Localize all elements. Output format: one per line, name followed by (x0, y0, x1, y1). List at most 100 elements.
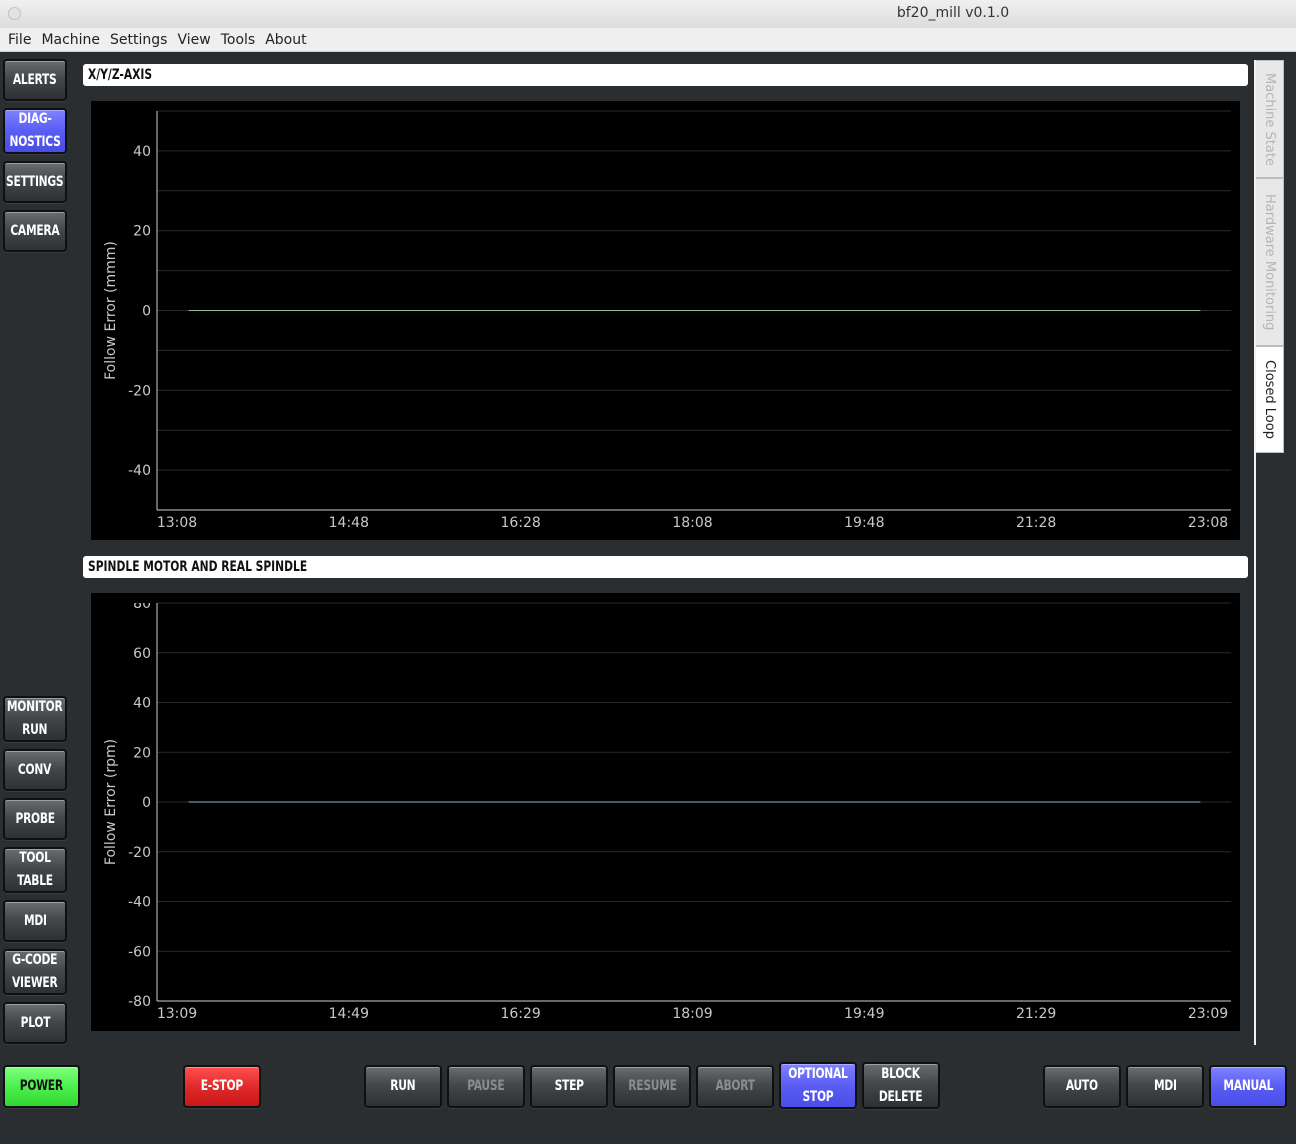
resume-label: RESUME (627, 1078, 677, 1094)
x-tick-label: 21:28 (1016, 515, 1056, 531)
y-tick-label: -20 (128, 383, 151, 399)
spindle-title: SPINDLE MOTOR AND REAL SPINDLE (88, 559, 308, 575)
y-tick-label: 60 (133, 646, 151, 662)
data-point (1199, 310, 1201, 311)
x-tick-label: 21:29 (1016, 1006, 1056, 1022)
data-point (1199, 801, 1201, 803)
monitor-run-button[interactable]: MONITOR RUN (3, 696, 67, 742)
xyz-axis-header: X/Y/Z-AXIS (83, 64, 1248, 86)
y-tick-label: -60 (128, 944, 151, 960)
tab-closed-loop-label: Closed Loop (1262, 360, 1277, 439)
power-button[interactable]: POWER (3, 1065, 80, 1108)
step-label: STEP (554, 1078, 584, 1094)
optional-stop-button[interactable]: OPTIONAL STOP (779, 1062, 857, 1109)
tool-table-button[interactable]: TOOL TABLE (3, 847, 67, 893)
x-tick-label: 18:09 (672, 1006, 712, 1022)
tab-machine-state[interactable]: Machine State (1256, 60, 1284, 178)
y-tick-label: 0 (142, 795, 151, 811)
x-tick-label: 19:49 (844, 1006, 884, 1022)
mdi-sidebar-label: MDI (23, 912, 47, 929)
camera-button[interactable]: CAMERA (3, 210, 67, 252)
data-point (1031, 310, 1032, 311)
abort-button[interactable]: ABORT (696, 1065, 774, 1108)
monitor-run-label: MONITOR RUN (7, 699, 63, 738)
y-tick-label: 20 (133, 745, 151, 761)
menu-tools[interactable]: Tools (216, 32, 261, 48)
window-titlebar: bf20_mill v0.1.0 (0, 0, 1296, 29)
block-delete-button[interactable]: BLOCK DELETE (862, 1062, 940, 1109)
x-tick-label: 13:08 (157, 515, 197, 531)
data-point (188, 310, 190, 311)
y-tick-label: 20 (133, 224, 151, 240)
xyz-follow-error-chart: 40 20 0 -20 -40 Follow Error (mmm) 13:08 14:48 1… (91, 101, 1240, 540)
manual-mode-label: MANUAL (1223, 1078, 1273, 1094)
menu-bar: File Machine Settings View Tools About (0, 28, 1296, 52)
auto-mode-label: AUTO (1065, 1078, 1099, 1094)
y-tick-label: 40 (133, 696, 151, 712)
pause-button[interactable]: PAUSE (447, 1065, 525, 1108)
data-point (188, 801, 190, 803)
tab-hardware-monitoring-label: Hardware Monitoring (1262, 193, 1277, 331)
x-tick-label: 16:29 (500, 1006, 540, 1022)
spindle-header: SPINDLE MOTOR AND REAL SPINDLE (83, 556, 1248, 578)
estop-button[interactable]: E-STOP (183, 1065, 261, 1108)
tool-table-label: TOOL TABLE (17, 850, 53, 889)
settings-button[interactable]: SETTINGS (3, 161, 67, 203)
x-tick-label: 14:49 (329, 1006, 369, 1022)
plot-label: PLOT (20, 1014, 50, 1031)
menu-machine[interactable]: Machine (36, 32, 105, 48)
probe-button[interactable]: PROBE (3, 798, 67, 840)
settings-button-label: SETTINGS (6, 173, 64, 190)
block-delete-label: BLOCK DELETE (879, 1065, 923, 1105)
menu-file[interactable]: File (3, 32, 36, 48)
mdi-mode-label: MDI (1153, 1078, 1177, 1094)
optional-stop-label: OPTIONAL STOP (788, 1065, 848, 1105)
mdi-mode-button[interactable]: MDI (1126, 1065, 1204, 1108)
menu-settings[interactable]: Settings (105, 32, 172, 48)
conv-label: CONV (18, 761, 52, 778)
x-tick-label: 14:48 (329, 515, 369, 531)
y-tick-label: -80 (128, 994, 151, 1010)
y-axis-label: Follow Error (rpm) (103, 739, 119, 865)
menu-about[interactable]: About (260, 32, 311, 48)
y-tick-label: -20 (128, 845, 151, 861)
data-point (357, 801, 358, 803)
tab-machine-state-label: Machine State (1262, 72, 1277, 166)
auto-mode-button[interactable]: AUTO (1043, 1065, 1121, 1108)
abort-label: ABORT (715, 1078, 755, 1094)
manual-mode-button[interactable]: MANUAL (1209, 1065, 1287, 1108)
data-point (357, 310, 358, 311)
tab-closed-loop[interactable]: Closed Loop (1256, 346, 1284, 453)
diagnostics-button[interactable]: DIAG- NOSTICS (3, 108, 67, 154)
right-tab-bar: Machine State Hardware Monitoring Closed… (1254, 60, 1286, 1045)
y-axis-label: Follow Error (mmm) (103, 241, 119, 380)
menu-view[interactable]: View (172, 32, 215, 48)
camera-button-label: CAMERA (10, 222, 60, 239)
run-label: RUN (390, 1078, 416, 1094)
data-point (694, 310, 695, 311)
x-tick-label: 23:09 (1188, 1006, 1228, 1022)
data-point (1031, 801, 1032, 803)
y-tick-label: -40 (128, 463, 151, 479)
window-title: bf20_mill v0.1.0 (896, 5, 1010, 21)
gcode-viewer-button[interactable]: G-CODE VIEWER (3, 949, 67, 995)
x-tick-label: 13:09 (157, 1006, 197, 1022)
x-tick-label: 16:28 (500, 515, 540, 531)
data-point (862, 801, 864, 803)
plot-button[interactable]: PLOT (3, 1002, 67, 1044)
resume-button[interactable]: RESUME (613, 1065, 691, 1108)
conv-button[interactable]: CONV (3, 749, 67, 791)
data-point (694, 801, 695, 803)
x-tick-label: 18:08 (672, 515, 712, 531)
spindle-follow-error-chart: 80 60 40 20 0 -20 -40 -60 -80 Follow Error (rpm) 1… (91, 593, 1240, 1031)
step-button[interactable]: STEP (530, 1065, 608, 1108)
run-button[interactable]: RUN (364, 1065, 442, 1108)
y-tick-label: 40 (133, 144, 151, 160)
estop-label: E-STOP (200, 1078, 244, 1094)
alerts-button[interactable]: ALERTS (3, 59, 67, 101)
mdi-sidebar-button[interactable]: MDI (3, 900, 67, 942)
tab-hardware-monitoring[interactable]: Hardware Monitoring (1256, 178, 1284, 346)
alerts-button-label: ALERTS (13, 71, 57, 88)
xyz-axis-title: X/Y/Z-AXIS (88, 67, 153, 83)
pause-label: PAUSE (467, 1078, 505, 1094)
